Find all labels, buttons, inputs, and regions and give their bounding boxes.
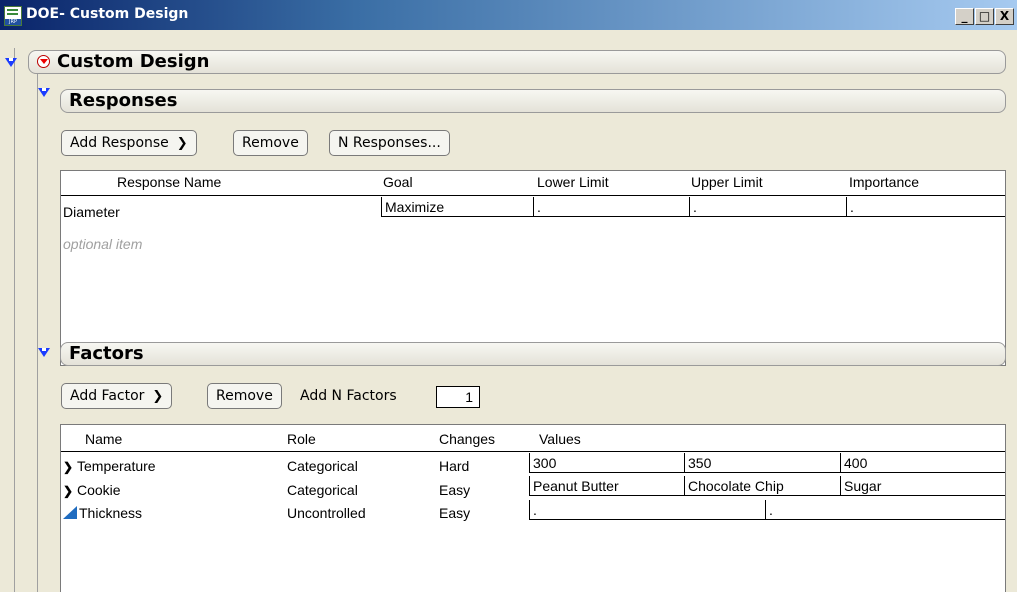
chevron-down-icon: ❯ — [176, 136, 188, 151]
jmp-app-icon: JRP — [4, 6, 22, 26]
chevron-down-icon[interactable]: ❯ — [63, 460, 77, 474]
window-title: DOE- Custom Design — [26, 6, 189, 22]
factor-changes-cell[interactable]: Easy — [439, 482, 470, 498]
continuous-ramp-icon — [63, 506, 77, 519]
factor-role-cell: Uncontrolled — [287, 505, 366, 521]
factor-value-cell[interactable]: . — [765, 500, 1005, 520]
factor-value-cell[interactable]: 350 — [684, 453, 840, 473]
red-triangle-menu-icon[interactable] — [37, 55, 50, 68]
optional-item-placeholder[interactable]: optional item — [63, 236, 142, 252]
column-header-upper-limit: Upper Limit — [691, 174, 763, 190]
responses-disclosure-icon[interactable] — [38, 88, 50, 97]
column-header-values: Values — [539, 431, 581, 447]
chevron-down-icon[interactable]: ❯ — [63, 484, 77, 498]
factor-row-thickness[interactable]: Thickness — [63, 505, 142, 521]
n-responses-button[interactable]: N Responses... — [329, 130, 450, 156]
custom-design-disclosure-icon[interactable] — [5, 58, 17, 67]
chevron-down-icon: ❯ — [152, 389, 164, 404]
window-title-bar[interactable]: JRP DOE- Custom Design _ □ X — [0, 0, 1017, 30]
remove-response-button[interactable]: Remove — [233, 130, 308, 156]
factor-value-cell[interactable]: 400 — [840, 453, 1005, 473]
remove-factor-button[interactable]: Remove — [207, 383, 282, 409]
factor-role-cell: Categorical — [287, 482, 358, 498]
factors-table: Name Role Changes Values ❯ Temperature Ca… — [60, 424, 1006, 592]
factor-value-cell[interactable]: Peanut Butter — [529, 476, 684, 496]
factor-value-cell[interactable]: . — [529, 500, 765, 520]
add-factor-dropdown[interactable]: Add Factor ❯ — [61, 383, 173, 409]
minimize-button[interactable]: _ — [955, 8, 974, 25]
column-header-role: Role — [287, 431, 316, 447]
factor-role-cell: Categorical — [287, 458, 358, 474]
close-button[interactable]: X — [995, 8, 1014, 25]
report-window-content: Custom Design Responses Add Response ❯ Re… — [0, 30, 1017, 592]
outline-guide-line — [14, 48, 15, 592]
factor-value-cell[interactable]: Chocolate Chip — [684, 476, 840, 496]
column-header-response-name: Response Name — [117, 174, 222, 190]
custom-design-header[interactable]: Custom Design — [28, 50, 1006, 74]
responses-title: Responses — [69, 90, 178, 111]
response-name-cell[interactable]: Diameter — [63, 204, 120, 220]
factor-row-cookie[interactable]: ❯ Cookie — [63, 482, 121, 498]
responses-table: Response Name Goal Lower Limit Upper Lim… — [60, 170, 1006, 366]
n-factors-input[interactable]: 1 — [436, 386, 480, 408]
custom-design-title: Custom Design — [57, 51, 210, 72]
outline-guide-line — [37, 74, 38, 592]
factor-changes-cell[interactable]: Easy — [439, 505, 470, 521]
column-header-lower-limit: Lower Limit — [537, 174, 609, 190]
column-header-goal: Goal — [383, 174, 413, 190]
factors-disclosure-icon[interactable] — [38, 348, 50, 357]
goal-cell[interactable]: Maximize — [381, 197, 533, 217]
lower-limit-cell[interactable]: . — [533, 197, 689, 217]
factor-value-cell[interactable]: 300 — [529, 453, 684, 473]
importance-cell[interactable]: . — [846, 197, 1005, 217]
factors-title: Factors — [69, 343, 144, 364]
upper-limit-cell[interactable]: . — [689, 197, 846, 217]
column-header-importance: Importance — [849, 174, 920, 190]
column-header-changes: Changes — [439, 431, 496, 447]
add-n-factors-label: Add N Factors — [300, 388, 397, 404]
column-header-name: Name — [85, 431, 123, 447]
factor-changes-cell[interactable]: Hard — [439, 458, 469, 474]
factors-header[interactable]: Factors — [60, 342, 1006, 366]
responses-header[interactable]: Responses — [60, 89, 1006, 113]
maximize-button[interactable]: □ — [975, 8, 994, 25]
factor-row-temperature[interactable]: ❯ Temperature — [63, 458, 156, 474]
factor-value-cell[interactable]: Sugar — [840, 476, 1005, 496]
add-response-dropdown[interactable]: Add Response ❯ — [61, 130, 197, 156]
